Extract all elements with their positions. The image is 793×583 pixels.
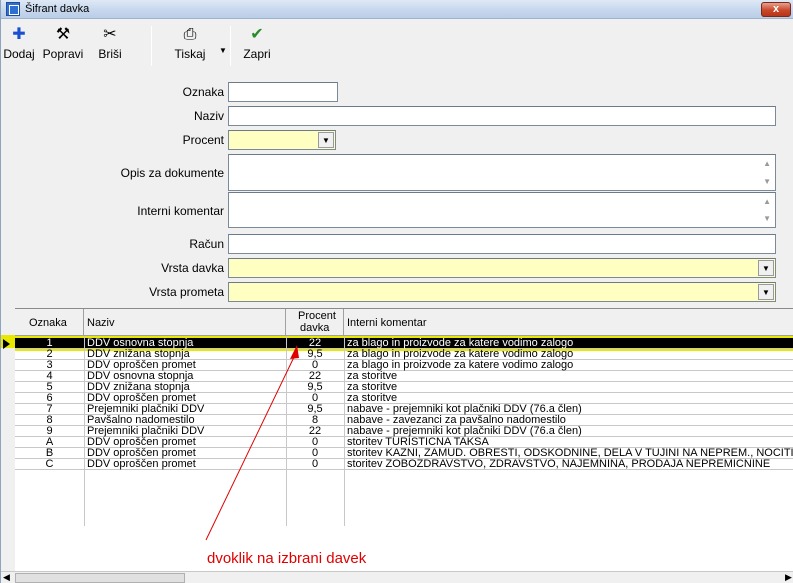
- annotation-text: dvoklik na izbrani davek: [207, 550, 367, 567]
- tax-codebook-window: Šifrant davka x ✚ Dodaj ⚒ Popravi ✂ Briš…: [0, 0, 793, 583]
- annotation-arrow: [205, 345, 299, 541]
